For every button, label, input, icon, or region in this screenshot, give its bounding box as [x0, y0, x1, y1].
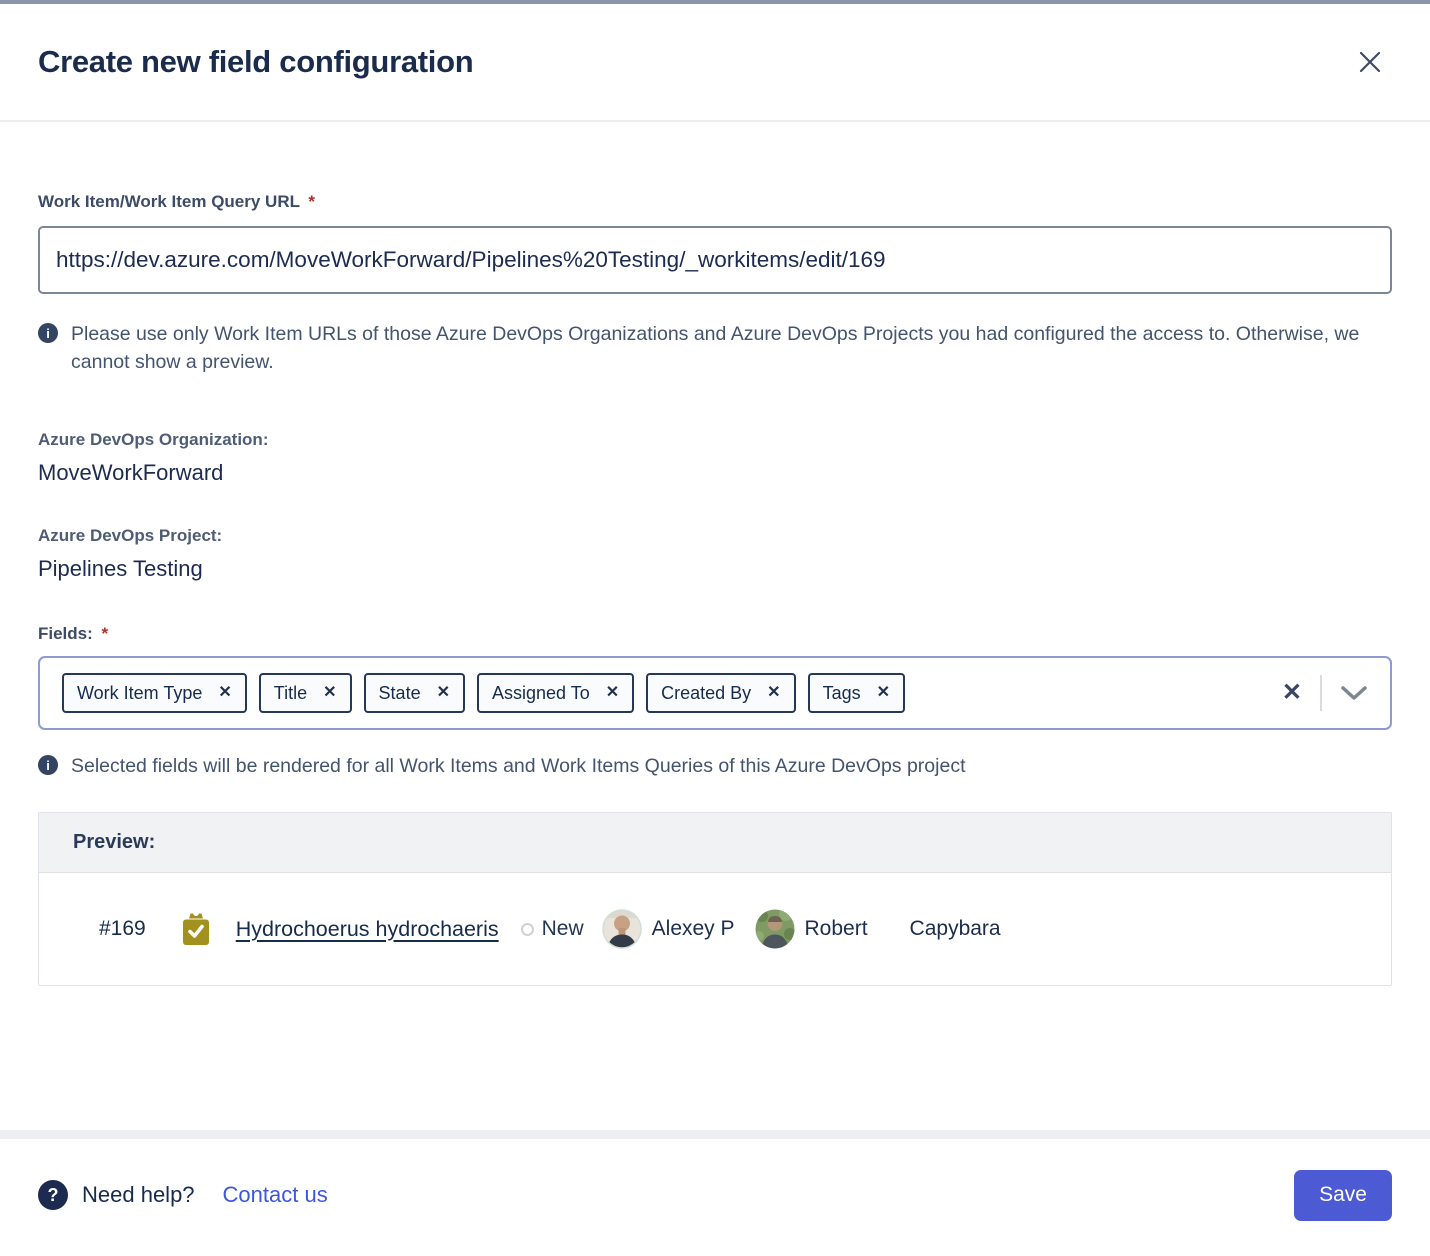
work-item-state: New — [521, 917, 584, 941]
select-divider — [1320, 675, 1322, 711]
preview-panel: Preview: #169 Hydrochoerus hydrochaeris … — [38, 812, 1392, 986]
chip-remove-icon[interactable]: ✕ — [767, 685, 780, 701]
project-label: Azure DevOps Project: — [38, 526, 1392, 546]
project-value: Pipelines Testing — [38, 556, 1392, 582]
contact-us-link[interactable]: Contact us — [223, 1182, 328, 1208]
info-icon: i — [38, 755, 58, 775]
chip-remove-icon[interactable]: ✕ — [437, 685, 450, 701]
fields-info-note: i Selected fields will be rendered for a… — [38, 752, 1378, 780]
info-icon: i — [38, 323, 58, 343]
field-chip: Assigned To ✕ — [477, 673, 634, 713]
created-by-avatar — [755, 909, 795, 949]
field-chip: Title ✕ — [259, 673, 352, 713]
work-item-tags: Capybara — [910, 917, 1001, 941]
required-asterisk: * — [102, 624, 109, 643]
field-chip: Work Item Type ✕ — [62, 673, 247, 713]
field-chip-label: State — [379, 683, 421, 704]
close-icon — [1356, 48, 1384, 76]
create-field-configuration-dialog: Create new field configuration Work Item… — [0, 0, 1430, 1256]
organization-value: MoveWorkForward — [38, 460, 1392, 486]
dialog-title: Create new field configuration — [38, 44, 473, 80]
dialog-footer: ? Need help? Contact us Save — [0, 1130, 1430, 1251]
work-item-url-input[interactable] — [38, 226, 1392, 294]
assigned-to: Alexey P — [602, 909, 735, 949]
work-item-id: #169 — [99, 917, 146, 941]
assigned-to-name: Alexey P — [652, 917, 735, 941]
field-chip: Created By ✕ — [646, 673, 795, 713]
need-help-text: Need help? — [82, 1182, 195, 1208]
close-button[interactable] — [1350, 42, 1390, 82]
url-info-note-text: Please use only Work Item URLs of those … — [71, 320, 1378, 376]
save-button[interactable]: Save — [1294, 1170, 1392, 1221]
organization-block: Azure DevOps Organization: MoveWorkForwa… — [38, 430, 1392, 486]
url-field-label: Work Item/Work Item Query URL * — [38, 192, 1392, 212]
fields-multiselect[interactable]: Work Item Type✕Title✕State✕Assigned To✕C… — [38, 656, 1392, 730]
field-chip-label: Created By — [661, 683, 751, 704]
preview-header: Preview: — [39, 813, 1391, 873]
clear-all-icon[interactable]: ✕ — [1282, 681, 1302, 705]
chip-remove-icon[interactable]: ✕ — [877, 685, 890, 701]
project-block: Azure DevOps Project: Pipelines Testing — [38, 526, 1392, 582]
preview-title: Preview: — [73, 831, 155, 854]
created-by: Robert — [755, 909, 868, 949]
fields-label-text: Fields: — [38, 624, 93, 643]
fields-chip-list: Work Item Type✕Title✕State✕Assigned To✕C… — [62, 673, 905, 713]
chevron-down-icon[interactable] — [1340, 685, 1368, 702]
organization-label: Azure DevOps Organization: — [38, 430, 1392, 450]
fields-label: Fields: * — [38, 624, 1392, 644]
field-chip: Tags ✕ — [808, 673, 905, 713]
dialog-body: Work Item/Work Item Query URL * i Please… — [0, 192, 1430, 986]
work-item-title-link[interactable]: Hydrochoerus hydrochaeris — [236, 917, 499, 942]
chip-remove-icon[interactable]: ✕ — [323, 685, 336, 701]
field-chip-label: Tags — [823, 683, 861, 704]
field-chip: State ✕ — [364, 673, 465, 713]
assigned-to-avatar — [602, 909, 642, 949]
state-text: New — [542, 917, 584, 941]
dialog-header: Create new field configuration — [0, 4, 1430, 122]
chip-remove-icon[interactable]: ✕ — [218, 685, 231, 701]
footer-row: ? Need help? Contact us Save — [0, 1139, 1430, 1251]
help-question-icon: ? — [38, 1180, 68, 1210]
field-chip-label: Assigned To — [492, 683, 590, 704]
footer-divider — [0, 1130, 1430, 1139]
field-chip-label: Work Item Type — [77, 683, 202, 704]
url-field-label-text: Work Item/Work Item Query URL — [38, 192, 300, 211]
chip-remove-icon[interactable]: ✕ — [606, 685, 619, 701]
work-item-preview-row: #169 Hydrochoerus hydrochaeris New — [39, 873, 1391, 985]
state-new-icon — [521, 923, 534, 936]
field-chip-label: Title — [274, 683, 307, 704]
url-info-note: i Please use only Work Item URLs of thos… — [38, 320, 1378, 376]
created-by-name: Robert — [805, 917, 868, 941]
required-asterisk: * — [308, 192, 315, 211]
multiselect-controls: ✕ — [1282, 675, 1368, 711]
fields-info-note-text: Selected fields will be rendered for all… — [71, 752, 966, 780]
work-item-type-icon — [182, 912, 210, 946]
